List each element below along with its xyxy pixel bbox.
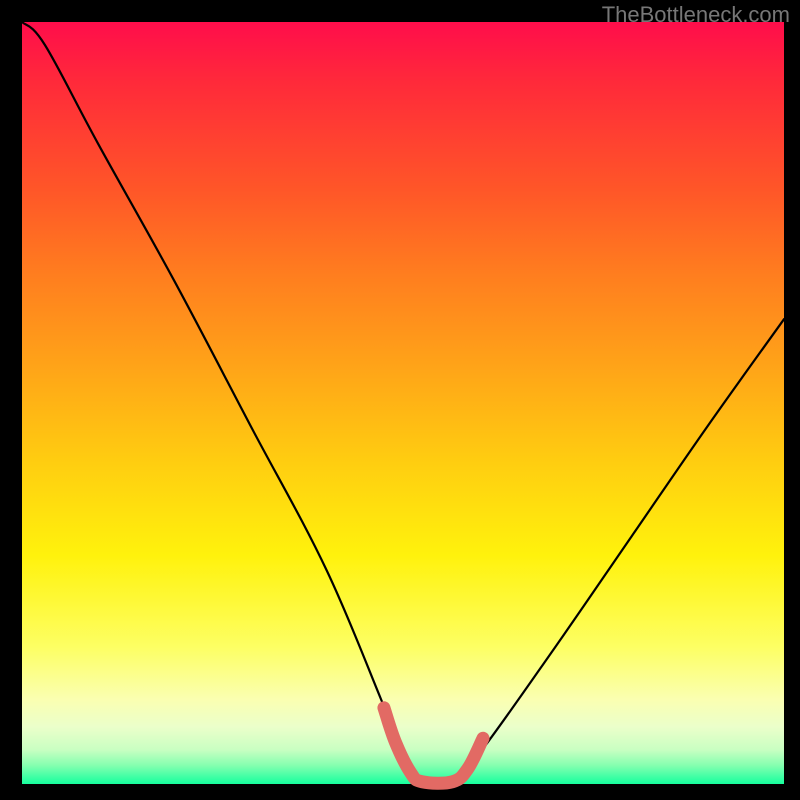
- plot-area: [22, 22, 784, 784]
- optimal-range-highlight: [384, 708, 483, 783]
- curve-layer: [22, 22, 784, 784]
- bottleneck-curve: [22, 22, 784, 791]
- watermark-text: TheBottleneck.com: [602, 2, 790, 28]
- chart-container: TheBottleneck.com: [0, 0, 800, 800]
